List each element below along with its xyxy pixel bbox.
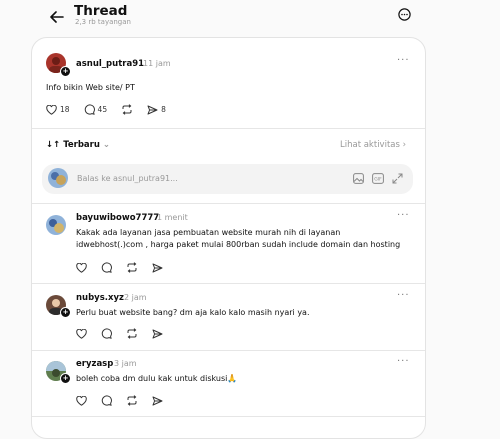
like-count: 18	[60, 105, 70, 114]
comment-icon[interactable]	[101, 262, 112, 273]
username[interactable]: asnul_putra91	[76, 59, 144, 69]
divider	[32, 416, 425, 417]
comment-text-line: Perlu buat website bang? dm aja kalo kal…	[76, 308, 310, 317]
divider	[32, 350, 425, 351]
comment-text-line: Kakak ada layanan jasa pembuatan website…	[76, 228, 341, 237]
follow-plus-icon[interactable]: +	[60, 307, 71, 318]
heart-icon	[46, 104, 57, 115]
follow-plus-icon[interactable]: +	[60, 66, 71, 77]
comment-time: 1 menit	[157, 213, 188, 222]
send-icon	[147, 105, 158, 114]
activity-label: Lihat aktivitas	[340, 140, 400, 150]
thread-card: + asnul_putra91 11 jam ··· Info bikin We…	[31, 37, 426, 439]
chevron-right-icon: ›	[399, 140, 407, 150]
reply-input[interactable]: Balas ke asnul_putra91...	[77, 174, 178, 183]
divider	[32, 128, 425, 129]
comment-actions	[76, 262, 177, 273]
repost-icon[interactable]	[126, 328, 138, 339]
post-more-icon[interactable]: ···	[397, 55, 410, 66]
comment-text-line: boleh coba dm dulu kak untuk diskusi🙏	[76, 374, 238, 383]
expand-icon[interactable]	[392, 173, 403, 184]
my-avatar	[48, 168, 68, 188]
share-button[interactable]: 8	[147, 105, 166, 115]
image-icon[interactable]	[353, 173, 364, 184]
comment-count: 45	[97, 105, 108, 114]
share-count: 8	[161, 105, 166, 114]
comment-more-icon[interactable]: ···	[397, 210, 410, 221]
follow-plus-icon[interactable]: +	[60, 373, 71, 384]
like-button[interactable]: 18	[46, 104, 70, 115]
repost-icon[interactable]	[126, 395, 138, 406]
comment-button[interactable]: 45	[84, 104, 108, 115]
comment-icon[interactable]	[101, 328, 112, 339]
back-arrow-icon[interactable]	[46, 6, 68, 28]
send-icon[interactable]	[152, 396, 163, 406]
comment-actions	[76, 395, 177, 406]
send-icon[interactable]	[152, 329, 163, 339]
comment-username[interactable]: nubys.xyz	[76, 293, 124, 303]
heart-icon[interactable]	[76, 328, 87, 339]
avatar[interactable]	[46, 215, 66, 235]
repost-icon	[122, 104, 132, 115]
post-text: Info bikin Web site/ PT	[46, 83, 135, 92]
repost-button[interactable]	[121, 104, 133, 115]
comment-text-line: idwebhost(.)com , harga paket mulai 800r…	[76, 240, 401, 249]
comment-username[interactable]: eryzasp	[76, 359, 113, 369]
divider	[32, 283, 425, 284]
comment-icon	[84, 104, 95, 115]
svg-text:GIF: GIF	[374, 177, 382, 183]
comment-icon[interactable]	[101, 395, 112, 406]
more-options-icon[interactable]	[396, 6, 412, 22]
view-activity-link[interactable]: Lihat aktivitas ›	[340, 140, 406, 150]
gif-icon[interactable]: GIF	[372, 173, 384, 184]
comment-time: 3 jam	[114, 359, 137, 368]
page-title: Thread	[74, 3, 128, 19]
view-count: 2,3 rb tayangan	[75, 18, 131, 26]
comment-more-icon[interactable]: ···	[397, 356, 410, 367]
comment-actions	[76, 328, 177, 339]
comment-username[interactable]: bayuwibowo7777	[76, 213, 159, 223]
divider	[32, 203, 425, 204]
sort-label: Terbaru	[63, 140, 100, 150]
sort-dropdown[interactable]: ↓↑ Terbaru ⌄	[46, 140, 110, 150]
repost-icon[interactable]	[126, 262, 138, 273]
heart-icon[interactable]	[76, 395, 87, 406]
chevron-down-icon: ⌄	[99, 140, 111, 150]
comment-time: 2 jam	[124, 293, 147, 302]
comment-more-icon[interactable]: ···	[397, 290, 410, 301]
post-actions: 18 45 8	[46, 104, 180, 115]
send-icon[interactable]	[152, 263, 163, 273]
sort-icon: ↓↑	[46, 140, 64, 150]
heart-icon[interactable]	[76, 262, 87, 273]
post-time: 11 jam	[143, 59, 171, 68]
